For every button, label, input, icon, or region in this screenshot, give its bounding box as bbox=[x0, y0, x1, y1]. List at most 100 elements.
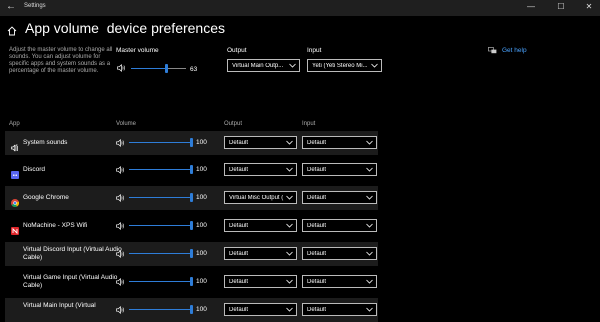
app-row: Virtual Discord Input (Virtual Audio Cab… bbox=[5, 242, 378, 266]
app-input-dropdown[interactable]: Default bbox=[302, 136, 377, 149]
app-volume-slider[interactable] bbox=[129, 277, 193, 286]
chrome-icon bbox=[11, 194, 20, 207]
title-bar: ← Settings — ☐ ✕ bbox=[0, 0, 600, 16]
app-row: Discord 100 Default Default bbox=[5, 158, 378, 182]
app-output-dropdown[interactable]: Default bbox=[224, 163, 297, 176]
chevron-down-icon bbox=[286, 307, 293, 312]
master-output-dropdown[interactable]: Virtual Main Outp... bbox=[227, 59, 300, 72]
app-volume-value: 100 bbox=[196, 250, 207, 257]
master-volume-slider[interactable] bbox=[131, 64, 186, 73]
app-name: Virtual Main Input (Virtual bbox=[23, 302, 96, 309]
app-volume-slider[interactable] bbox=[129, 249, 193, 258]
speaker-icon bbox=[116, 139, 124, 147]
app-row: System sounds 100 Default Default bbox=[5, 131, 378, 155]
app-name: Virtual Discord Input (Virtual Audio Cab… bbox=[23, 246, 122, 261]
close-button[interactable]: ✕ bbox=[584, 2, 594, 11]
chevron-down-icon bbox=[286, 223, 293, 228]
app-input-dropdown[interactable]: Default bbox=[302, 191, 377, 204]
chevron-down-icon bbox=[366, 223, 373, 228]
chevron-down-icon bbox=[286, 140, 293, 145]
app-input-value: Default bbox=[307, 194, 327, 201]
get-help-label: Get help bbox=[502, 47, 527, 54]
app-output-value: Default bbox=[229, 166, 249, 173]
back-button[interactable]: ← bbox=[6, 1, 16, 12]
app-input-dropdown[interactable]: Default bbox=[302, 275, 377, 288]
master-input-value: Yeti (Yeti Stereo Mi... bbox=[312, 62, 368, 69]
page-description: Adjust the master volume to change all s… bbox=[9, 47, 113, 74]
maximize-button[interactable]: ☐ bbox=[556, 2, 566, 11]
app-input-value: Default bbox=[307, 278, 327, 285]
chevron-down-icon bbox=[286, 279, 293, 284]
get-help-link[interactable]: Get help bbox=[488, 47, 527, 54]
app-input-value: Default bbox=[307, 139, 327, 146]
app-output-value: Default bbox=[229, 139, 249, 146]
master-input-label: Input bbox=[307, 47, 322, 54]
chevron-down-icon bbox=[366, 140, 373, 145]
app-input-dropdown[interactable]: Default bbox=[302, 303, 377, 316]
app-name: Virtual Game Input (Virtual Audio Cable) bbox=[23, 274, 118, 289]
app-volume-value: 100 bbox=[196, 306, 207, 313]
chevron-down-icon bbox=[286, 195, 293, 200]
app-row: Google Chrome 100 Virtual Misc Output (Def… bbox=[5, 186, 378, 210]
app-volume-value: 100 bbox=[196, 222, 207, 229]
chevron-down-icon bbox=[366, 195, 373, 200]
app-output-dropdown[interactable]: Default bbox=[224, 275, 297, 288]
app-row: Virtual Main Input (Virtual 100 Default Def… bbox=[5, 298, 378, 322]
column-header-volume: Volume bbox=[116, 121, 137, 127]
app-input-value: Default bbox=[307, 250, 327, 257]
app-row: Virtual Game Input (Virtual Audio Cable)… bbox=[5, 270, 378, 294]
system-sounds-icon bbox=[11, 139, 19, 152]
app-output-dropdown[interactable]: Default bbox=[224, 247, 297, 260]
page-title: App volume device preferences bbox=[25, 20, 225, 36]
master-input-dropdown[interactable]: Yeti (Yeti Stereo Mi... bbox=[307, 59, 382, 72]
app-input-dropdown[interactable]: Default bbox=[302, 247, 377, 260]
app-output-value: Virtual Misc Output ( bbox=[229, 194, 284, 201]
app-input-dropdown[interactable]: Default bbox=[302, 163, 377, 176]
chevron-down-icon bbox=[286, 251, 293, 256]
chevron-down-icon bbox=[366, 279, 373, 284]
app-volume-slider[interactable] bbox=[129, 138, 193, 147]
chevron-down-icon bbox=[286, 167, 293, 172]
window-title: Settings bbox=[24, 3, 46, 9]
app-output-dropdown[interactable]: Default bbox=[224, 219, 297, 232]
chat-help-icon bbox=[488, 47, 497, 54]
nomachine-icon bbox=[11, 222, 19, 235]
master-output-label: Output bbox=[227, 47, 247, 54]
app-output-value: Default bbox=[229, 222, 249, 229]
app-input-dropdown[interactable]: Default bbox=[302, 219, 377, 232]
app-volume-value: 100 bbox=[196, 139, 207, 146]
home-icon[interactable] bbox=[7, 26, 17, 36]
speaker-icon bbox=[116, 222, 124, 230]
app-volume-slider[interactable] bbox=[129, 193, 193, 202]
app-input-value: Default bbox=[307, 166, 327, 173]
app-output-dropdown[interactable]: Virtual Misc Output ( bbox=[224, 191, 297, 204]
app-input-value: Default bbox=[307, 306, 327, 313]
app-volume-slider[interactable] bbox=[129, 221, 193, 230]
app-volume-value: 100 bbox=[196, 194, 207, 201]
column-header-input: Input bbox=[302, 121, 316, 127]
app-output-dropdown[interactable]: Default bbox=[224, 303, 297, 316]
speaker-icon bbox=[117, 64, 125, 72]
column-header-app: App bbox=[9, 121, 20, 127]
app-volume-value: 100 bbox=[196, 166, 207, 173]
app-output-dropdown[interactable]: Default bbox=[224, 136, 297, 149]
chevron-down-icon bbox=[366, 167, 373, 172]
column-header-output: Output bbox=[224, 121, 243, 127]
minimize-button[interactable]: — bbox=[526, 2, 536, 11]
speaker-icon bbox=[116, 250, 124, 258]
master-output-value: Virtual Main Outp... bbox=[232, 62, 284, 69]
app-output-value: Default bbox=[229, 278, 249, 285]
app-input-value: Default bbox=[307, 222, 327, 229]
speaker-icon bbox=[116, 306, 124, 314]
app-volume-slider[interactable] bbox=[129, 165, 193, 174]
app-output-value: Default bbox=[229, 306, 249, 313]
chevron-down-icon bbox=[289, 63, 296, 68]
chevron-down-icon bbox=[366, 251, 373, 256]
master-volume-label: Master volume bbox=[116, 47, 159, 54]
app-row: NoMachine - XPS Wifi 100 Default Default bbox=[5, 214, 378, 238]
app-volume-slider[interactable] bbox=[129, 305, 193, 314]
speaker-icon bbox=[116, 278, 124, 286]
app-volume-value: 100 bbox=[196, 278, 207, 285]
speaker-icon bbox=[116, 166, 124, 174]
speaker-icon bbox=[116, 194, 124, 202]
